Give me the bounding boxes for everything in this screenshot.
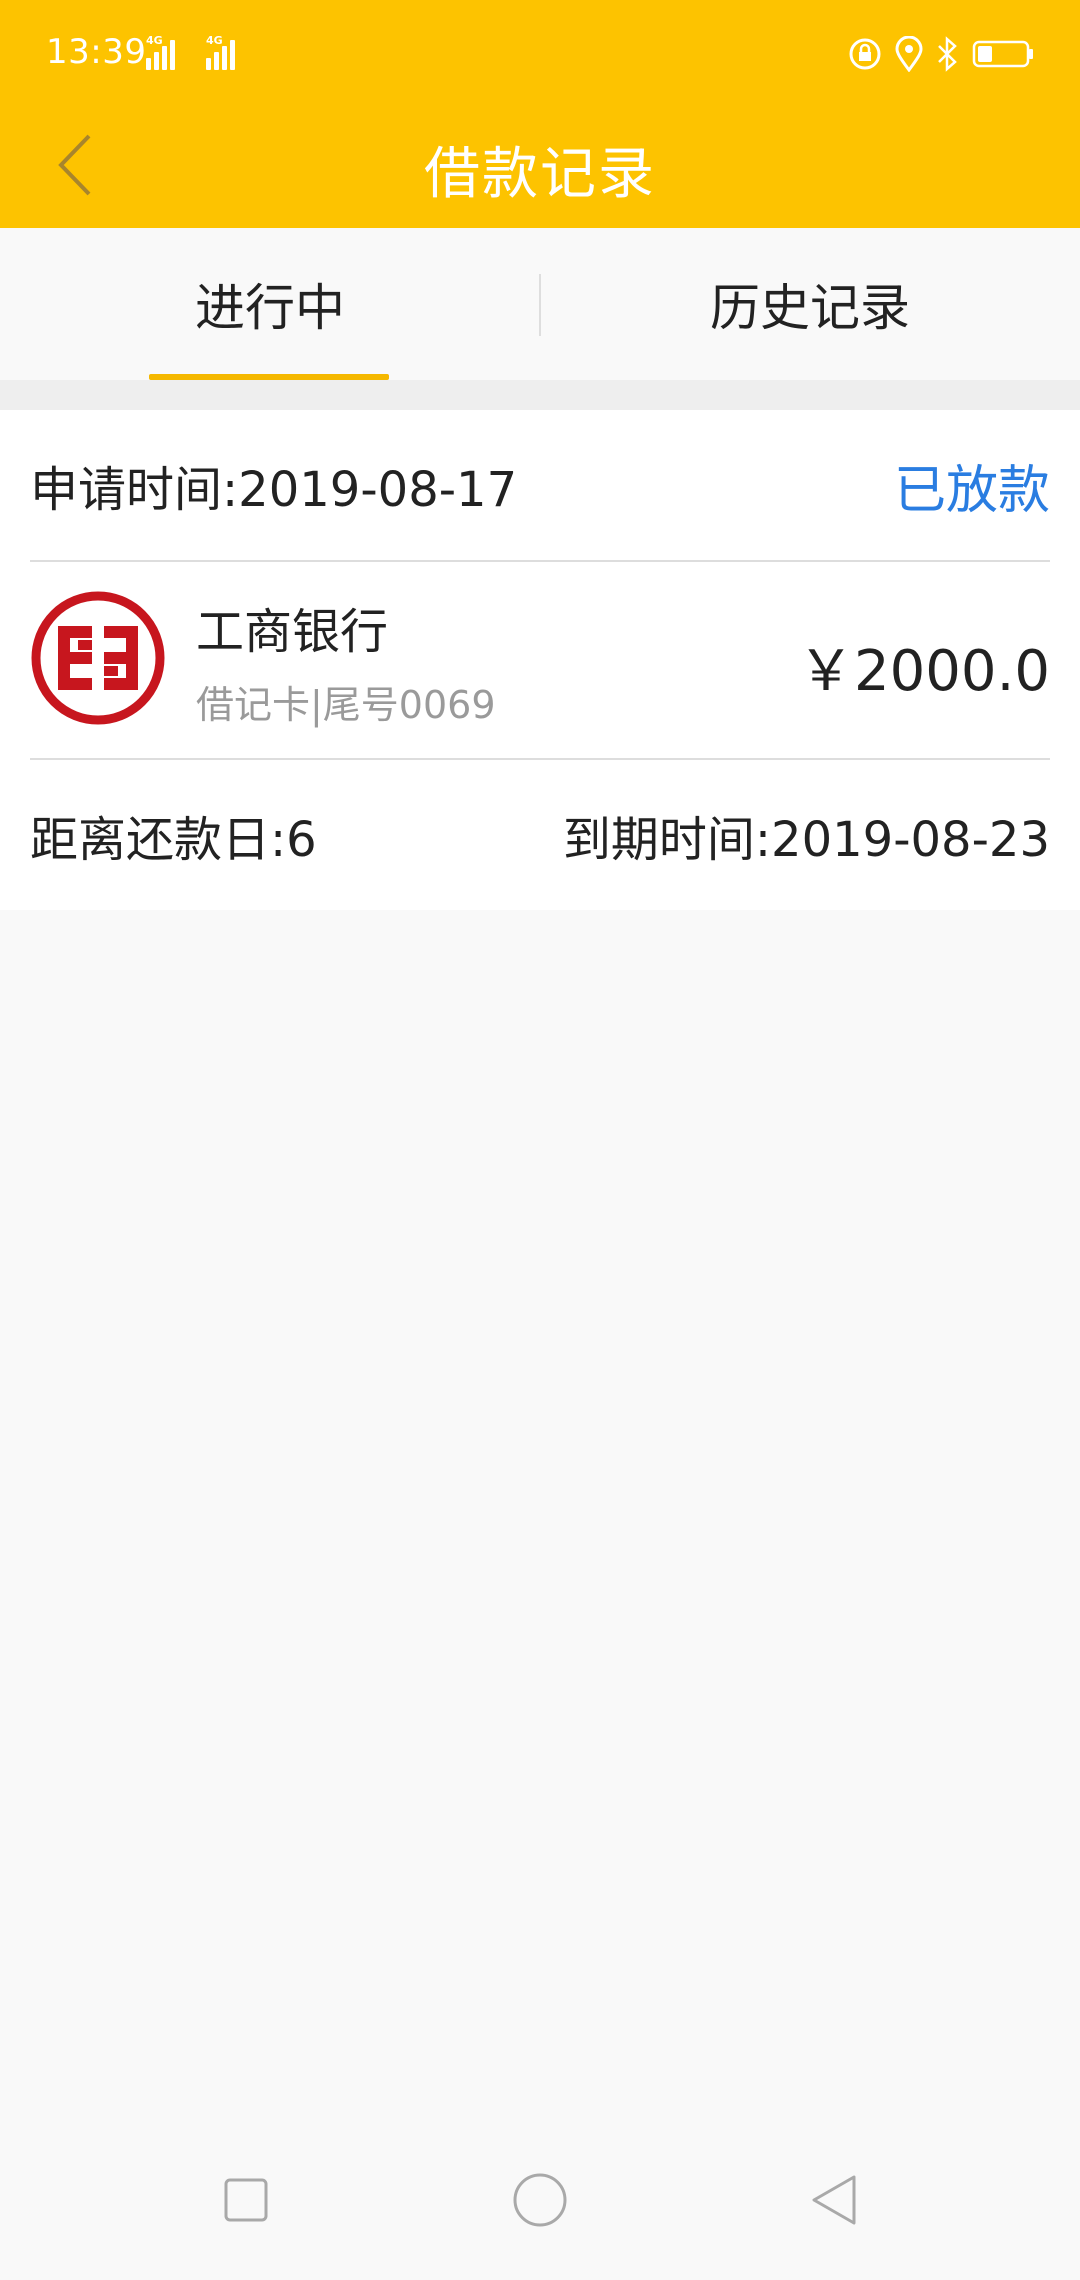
card-info: 借记卡|尾号0069 [196, 683, 496, 727]
days-until-repayment: 距离还款日:6 [30, 812, 317, 868]
due-date: 到期时间:2019-08-23 [562, 812, 1050, 868]
icbc-logo-icon [31, 591, 165, 725]
square-icon [224, 2178, 268, 2222]
top-bar: 13:39 4G 4G 借款记录 [0, 0, 1080, 228]
home-button[interactable] [490, 2150, 590, 2250]
loan-card-header: 申请时间:2019-08-17 已放款 [30, 410, 1050, 560]
navigation-bar [0, 2130, 1080, 2280]
system-back-button[interactable] [784, 2150, 884, 2250]
page-title: 借款记录 [424, 141, 656, 207]
apply-time: 申请时间:2019-08-17 [30, 462, 518, 518]
lock-rotation-icon [849, 38, 881, 70]
header: 借款记录 [0, 110, 1080, 228]
loan-card[interactable]: 申请时间:2019-08-17 已放款 工商银行 借记卡|尾号0069 ￥200… [0, 410, 1080, 910]
location-icon [895, 36, 923, 72]
status-icons [848, 34, 1034, 74]
signal-strength-icon: 4G [146, 34, 175, 70]
signal-strength-icon-2: 4G [206, 34, 235, 70]
loan-bank-row: 工商银行 借记卡|尾号0069 ￥2000.0 [30, 562, 1050, 758]
status-badge: 已放款 [893, 460, 1050, 521]
status-time: 13:39 [46, 32, 147, 72]
recent-apps-button[interactable] [196, 2150, 296, 2250]
screen: 13:39 4G 4G 借款记录 进行中 历史记录 申请时间:2019-08-1… [0, 0, 1080, 2280]
tab-divider [539, 274, 541, 336]
battery-icon [972, 40, 1033, 68]
tab-history[interactable]: 历史记录 [540, 228, 1080, 380]
circle-icon [513, 2173, 567, 2227]
section-gap [0, 380, 1080, 410]
tab-in-progress[interactable]: 进行中 [0, 228, 540, 380]
bank-name: 工商银行 [196, 604, 389, 660]
loan-due-row: 距离还款日:6 到期时间:2019-08-23 [30, 760, 1050, 910]
bluetooth-icon [938, 36, 957, 72]
triangle-back-icon [812, 2175, 856, 2225]
status-bar: 13:39 4G 4G [0, 0, 1080, 110]
loan-amount: ￥2000.0 [798, 639, 1050, 704]
